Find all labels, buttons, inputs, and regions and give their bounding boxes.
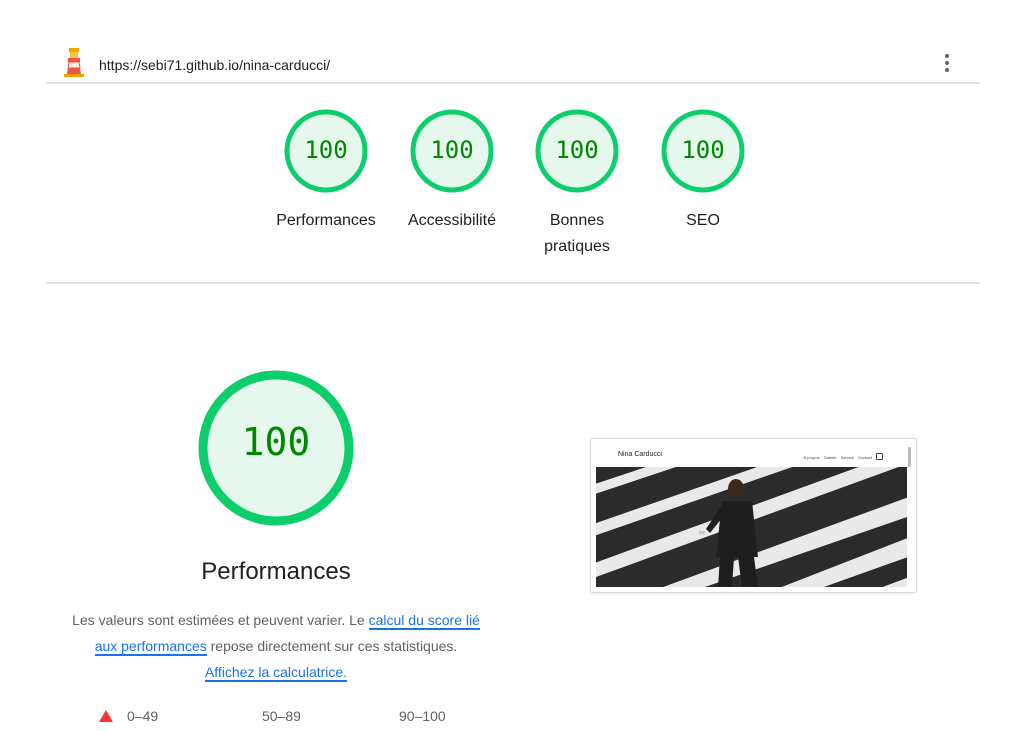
- screenshot-nav-item: À propos: [803, 455, 820, 460]
- description-text: Les valeurs sont estimées et peuvent var…: [72, 612, 369, 628]
- screenshot-header: Nina Carducci À propos Galerie Service C…: [591, 439, 907, 466]
- gauge-score: 100: [304, 136, 348, 164]
- gauge-score: 100: [430, 136, 474, 164]
- fail-triangle-icon: [99, 710, 113, 722]
- score-legend: 0–49 50–89 90–100: [0, 708, 600, 728]
- screenshot-nav: À propos Galerie Service Contact: [800, 453, 883, 460]
- legend-average: 50–89: [262, 708, 301, 724]
- hero-image: [596, 467, 907, 587]
- report-url[interactable]: https://sebi71.github.io/nina-carducci/: [99, 57, 330, 73]
- calculator-link[interactable]: Affichez la calculatrice.: [204, 664, 348, 682]
- screenshot-nav-item: Galerie: [823, 455, 837, 460]
- gauge-seo[interactable]: 100 SEO: [640, 108, 766, 234]
- gauge-score: 100: [681, 136, 725, 164]
- performance-description: Les valeurs sont estimées et peuvent var…: [72, 607, 480, 685]
- report-topbar: https://sebi71.github.io/nina-carducci/: [47, 44, 980, 84]
- gauge-performances[interactable]: 100 Performances: [263, 108, 389, 234]
- gauge-label: Bonnes pratiques: [544, 212, 610, 255]
- instagram-icon: [876, 453, 883, 460]
- screenshot-nav-item: Service: [840, 455, 854, 460]
- legend-range: 50–89: [262, 708, 301, 724]
- legend-range: 0–49: [127, 708, 159, 724]
- description-text: repose directement sur ces statistiques.: [206, 638, 458, 654]
- gauge-label: Performances: [276, 212, 376, 229]
- gauge-label: Accessibilité: [407, 212, 497, 229]
- page-screenshot-thumbnail[interactable]: Nina Carducci À propos Galerie Service C…: [590, 438, 917, 593]
- legend-pass: 90–100: [399, 708, 446, 724]
- screenshot-nav-item: Contact: [858, 455, 872, 460]
- legend-fail: 0–49: [99, 708, 158, 724]
- gauge-label: SEO: [686, 212, 720, 229]
- gauge-score: 100: [555, 136, 599, 164]
- performance-title: Performances: [201, 558, 351, 585]
- legend-range: 90–100: [399, 708, 446, 724]
- gauge-bonnes-pratiques[interactable]: 100 Bonnes pratiques: [514, 108, 640, 260]
- screenshot-brand: Nina Carducci: [618, 451, 662, 458]
- lighthouse-icon: [64, 48, 84, 77]
- screenshot-scrollbar: [908, 447, 911, 467]
- performance-score: 100: [241, 420, 311, 464]
- category-gauges: 100 Performances 100 Accessibilité 100 B…: [47, 84, 980, 284]
- performance-gauge: 100: [196, 368, 356, 528]
- vertical-dots-icon[interactable]: [942, 52, 952, 76]
- gauge-accessibilite[interactable]: 100 Accessibilité: [389, 108, 515, 234]
